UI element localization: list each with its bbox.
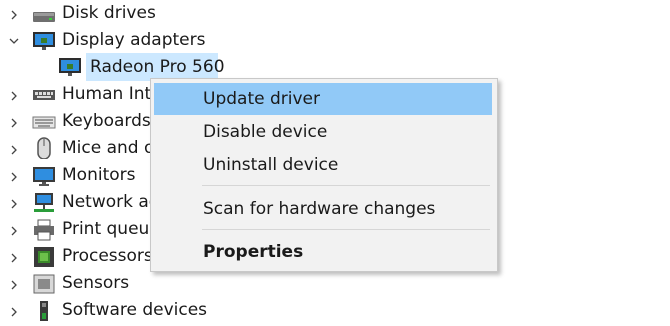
- chevron-down-icon[interactable]: [8, 35, 20, 47]
- tree-item-label[interactable]: Display adapters: [62, 27, 205, 54]
- disk-drive-icon: [32, 5, 56, 27]
- network-adapter-icon: [32, 192, 56, 214]
- uninstall-device-menu-item[interactable]: Uninstall device: [154, 149, 492, 181]
- menu-item-label: Update driver: [203, 89, 320, 109]
- tree-item-radeon-pro-560[interactable]: Radeon Pro 560: [90, 54, 225, 81]
- properties-menu-item[interactable]: Properties: [154, 236, 492, 268]
- chevron-right-icon[interactable]: [8, 306, 20, 318]
- chevron-right-icon[interactable]: [8, 198, 20, 210]
- tree-item-label[interactable]: Sensors: [62, 270, 129, 297]
- chevron-right-icon[interactable]: [8, 279, 20, 291]
- mouse-icon: [32, 137, 56, 160]
- processor-icon: [32, 246, 56, 268]
- chevron-right-icon[interactable]: [8, 225, 20, 237]
- printer-icon: [32, 219, 56, 241]
- chevron-right-icon[interactable]: [8, 9, 20, 21]
- chevron-right-icon[interactable]: [8, 252, 20, 264]
- menu-item-label: Uninstall device: [203, 155, 339, 175]
- chevron-right-icon[interactable]: [8, 90, 20, 102]
- tree-item-label[interactable]: Keyboards: [62, 108, 151, 135]
- context-menu: Update driver Disable device Uninstall d…: [150, 78, 498, 272]
- keyboard-icon: [32, 111, 56, 133]
- tree-item-label[interactable]: Mice and o: [62, 135, 154, 162]
- tree-item-label[interactable]: Disk drives: [62, 0, 156, 27]
- display-adapter-icon: [32, 30, 56, 52]
- menu-item-label: Properties: [203, 242, 304, 262]
- software-device-icon: [32, 300, 56, 322]
- sensor-icon: [32, 273, 56, 295]
- chevron-right-icon[interactable]: [8, 117, 20, 129]
- tree-item-label[interactable]: Processors: [62, 243, 153, 270]
- chevron-right-icon[interactable]: [8, 171, 20, 183]
- display-adapter-icon: [58, 56, 82, 78]
- menu-item-label: Disable device: [203, 122, 328, 142]
- tree-item-label[interactable]: Human Inte: [62, 81, 162, 108]
- human-interface-icon: [32, 84, 56, 106]
- chevron-right-icon[interactable]: [8, 144, 20, 156]
- update-driver-menu-item[interactable]: Update driver: [154, 83, 492, 115]
- menu-item-label: Scan for hardware changes: [203, 199, 436, 219]
- scan-for-hardware-changes-menu-item[interactable]: Scan for hardware changes: [154, 193, 492, 225]
- monitor-icon: [32, 165, 56, 187]
- menu-separator: [202, 229, 490, 230]
- menu-separator: [202, 185, 490, 186]
- tree-item-label[interactable]: Print queue: [62, 216, 160, 243]
- tree-item-label[interactable]: Monitors: [62, 162, 135, 189]
- tree-item-label[interactable]: Software devices: [62, 297, 207, 324]
- disable-device-menu-item[interactable]: Disable device: [154, 116, 492, 148]
- tree-item-label[interactable]: Network ad: [62, 189, 160, 216]
